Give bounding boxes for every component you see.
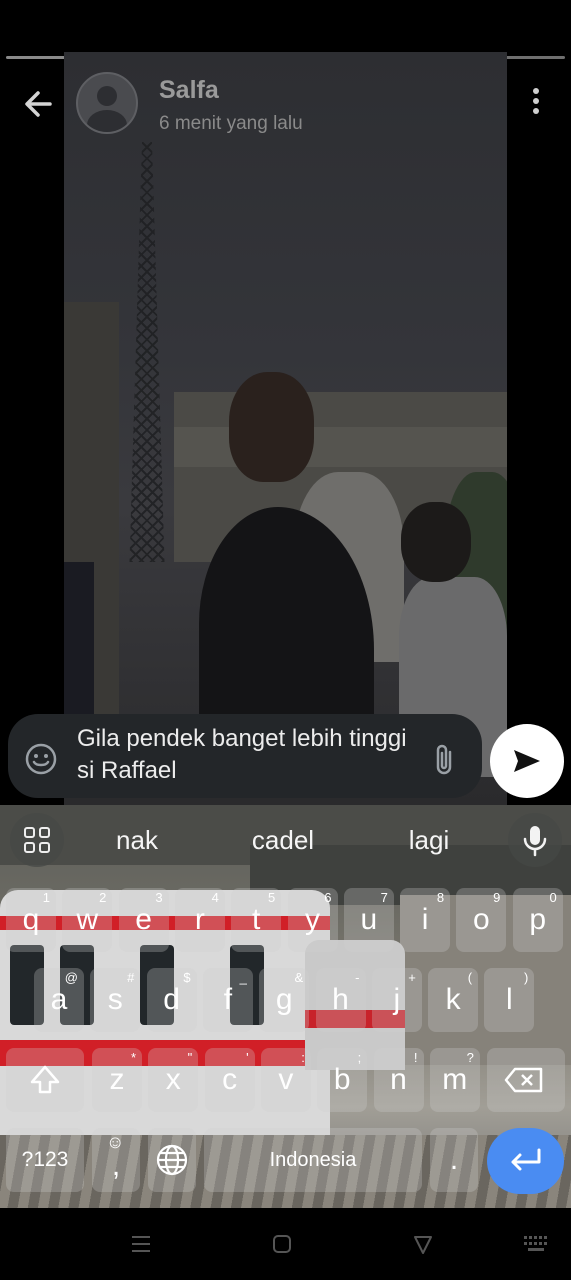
globe-icon <box>156 1144 188 1176</box>
back-arrow-icon[interactable] <box>20 86 56 122</box>
key-hint: 4 <box>211 890 219 905</box>
key-c[interactable]: ' c <box>204 1048 255 1112</box>
key-hint: 0 <box>549 890 557 905</box>
back-nav-icon[interactable] <box>411 1232 435 1256</box>
key-z[interactable]: * z <box>92 1048 142 1112</box>
send-icon <box>514 750 540 772</box>
keyboard-hide-icon[interactable] <box>522 1234 550 1254</box>
key-t[interactable]: 5t <box>231 888 282 952</box>
key-hint: 7 <box>380 890 388 905</box>
key-hint: ' <box>246 1050 249 1065</box>
key-l[interactable]: ) l <box>484 968 535 1032</box>
key-f[interactable]: _ f <box>202 968 253 1032</box>
key-hint: + <box>408 970 416 985</box>
reply-text-field[interactable]: Gila pendek banget lebih tinggi si Raffa… <box>77 723 427 787</box>
backspace-key[interactable] <box>487 1048 565 1112</box>
enter-key[interactable] <box>487 1128 564 1194</box>
key-k[interactable]: (k <box>428 968 479 1032</box>
key-y[interactable]: 6y <box>287 888 338 952</box>
key-hint: ! <box>413 1050 418 1065</box>
status-photo <box>64 52 507 807</box>
key-hint: # <box>127 970 135 985</box>
key-r[interactable]: 4r <box>174 888 225 952</box>
enter-icon <box>511 1148 541 1171</box>
space-bar[interactable]: Indonesia <box>204 1128 422 1192</box>
key-hint: 5 <box>267 890 276 905</box>
key-u[interactable]: 7u <box>343 888 394 952</box>
key-hint: 3 <box>155 890 163 905</box>
key-q[interactable]: 1q <box>6 888 56 952</box>
key-w[interactable]: 2w <box>62 888 113 952</box>
key-hint: 1 <box>42 890 50 905</box>
home-icon[interactable] <box>270 1232 294 1256</box>
language-key[interactable] <box>148 1128 196 1192</box>
comma-key[interactable]: ☺ , <box>92 1128 140 1192</box>
recent-apps-icon[interactable] <box>129 1232 153 1256</box>
key-hint: _ <box>239 970 247 985</box>
contact-avatar[interactable] <box>76 72 138 134</box>
key-s[interactable]: # s <box>90 968 141 1032</box>
attach-icon[interactable] <box>430 742 460 778</box>
key-j[interactable]: + j <box>371 968 422 1032</box>
key-hint: ? <box>466 1050 474 1065</box>
key-p[interactable]: 0p <box>512 888 563 952</box>
key-hint: 8 <box>436 890 445 905</box>
key-hint: ) <box>524 970 529 985</box>
suggestion-2[interactable]: cadel <box>223 825 343 856</box>
key-hint: $ <box>183 970 191 985</box>
emoji-hint-icon: ☺ <box>106 1132 125 1152</box>
key-m[interactable]: ? m <box>429 1048 480 1112</box>
send-button[interactable] <box>490 724 564 798</box>
suggestion-3[interactable]: lagi <box>369 825 489 856</box>
key-b[interactable]: ; b <box>317 1048 368 1112</box>
key-i[interactable]: 8i <box>400 888 451 952</box>
key-hint: ; <box>357 1050 362 1065</box>
key-g[interactable]: & g <box>259 968 310 1032</box>
shift-key[interactable] <box>6 1048 84 1112</box>
period-key[interactable]: . <box>430 1128 478 1192</box>
key-o[interactable]: 9o <box>456 888 507 952</box>
key-hint: ( <box>467 970 473 985</box>
status-timestamp: 6 menit yang lalu <box>159 113 303 134</box>
key-x[interactable]: " x <box>148 1048 199 1112</box>
suggestion-1[interactable]: nak <box>77 825 197 856</box>
keyboard-menu-icon[interactable] <box>10 813 64 867</box>
backspace-icon <box>504 1067 543 1093</box>
key-hint: @ <box>64 970 78 985</box>
key-hint: : <box>301 1050 305 1065</box>
key-v[interactable]: :v <box>260 1048 311 1112</box>
key-hint: 9 <box>493 890 501 905</box>
photo-building-band <box>174 427 507 467</box>
key-d[interactable]: $ d <box>146 968 197 1032</box>
key-hint: 2 <box>99 890 107 905</box>
photo-person-head <box>229 372 314 482</box>
more-options-icon[interactable] <box>530 88 542 118</box>
photo-second-person-head <box>401 502 471 582</box>
shift-icon <box>30 1065 60 1094</box>
photo-radio-tower <box>129 142 165 562</box>
symbols-key[interactable]: ?123 <box>6 1128 84 1192</box>
key-hint: " <box>187 1050 193 1065</box>
system-navigation-bar <box>0 1208 571 1280</box>
key-h[interactable]: -h <box>315 968 366 1032</box>
key-hint: - <box>355 970 360 985</box>
microphone-icon[interactable] <box>508 813 562 867</box>
key-hint: 6 <box>324 890 332 905</box>
key-a[interactable]: @ a <box>34 968 84 1032</box>
key-e[interactable]: 3e <box>118 888 169 952</box>
emoji-icon[interactable] <box>24 742 58 776</box>
contact-name[interactable]: Salfa <box>159 76 219 105</box>
key-hint: * <box>130 1050 136 1065</box>
key-hint: & <box>294 970 304 985</box>
key-n[interactable]: ! n <box>373 1048 424 1112</box>
